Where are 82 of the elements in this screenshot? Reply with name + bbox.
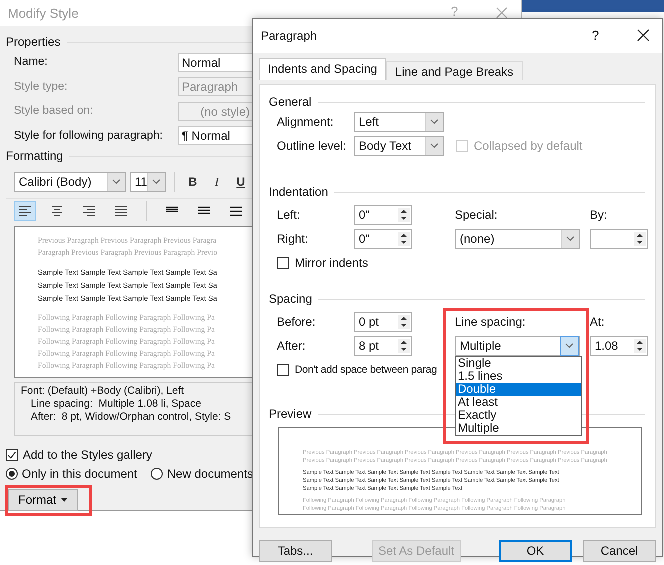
text-style-button[interactable]: U — [231, 175, 251, 189]
spin-field[interactable] — [590, 229, 648, 249]
window-title: Modify Style — [8, 6, 79, 20]
text-align-icon — [50, 206, 64, 216]
line-spacing-icon[interactable] — [197, 206, 211, 216]
section-heading: Spacing — [269, 292, 312, 306]
text-align-icon — [82, 206, 96, 216]
chevron-down-icon — [430, 119, 439, 125]
text-align-icon — [18, 206, 32, 216]
tab[interactable]: Indents and Spacing — [259, 58, 386, 80]
chevron-down-icon — [152, 179, 162, 185]
field-label: Left: — [277, 208, 302, 222]
alignment-dropdown[interactable]: Left — [354, 112, 444, 132]
dropdown-option[interactable]: Multiple — [456, 422, 581, 435]
window-title: Paragraph — [261, 29, 318, 43]
field-label: Style based on: — [14, 105, 94, 118]
field-label: Style type: — [14, 80, 69, 93]
dialog-button[interactable]: OK — [499, 540, 572, 562]
special-dropdown[interactable]: (none) — [455, 229, 580, 249]
field-label: Style for following paragraph: — [14, 130, 164, 142]
spin-field[interactable]: 0" — [354, 229, 412, 249]
text-style-button[interactable]: B — [183, 175, 203, 189]
checkbox[interactable] — [6, 449, 18, 461]
spin-field[interactable]: 1.08 — [590, 336, 648, 356]
radio-button[interactable] — [151, 468, 164, 480]
checkbox-label: Add to the Styles gallery — [23, 448, 152, 462]
checkbox[interactable] — [277, 364, 289, 376]
dropdown-option[interactable]: Double — [456, 383, 581, 396]
spin-arrows-icon[interactable] — [634, 339, 646, 353]
line-spacing-dropdown[interactable]: Multiple — [455, 336, 580, 356]
chevron-down-icon — [566, 236, 575, 242]
field-label: Special: — [455, 208, 499, 222]
spin-field[interactable]: 8 pt — [354, 336, 412, 356]
close-icon[interactable] — [637, 29, 650, 42]
size-dropdown[interactable]: 11 — [130, 172, 166, 192]
checkbox-label: Don't add space between parag — [295, 364, 438, 376]
description-text: Font: (Default) +Body (Calibri), Left — [21, 385, 186, 398]
checkbox[interactable] — [277, 257, 289, 269]
radio-button[interactable] — [6, 468, 18, 480]
spin-arrows-icon[interactable] — [398, 208, 410, 222]
field-label: By: — [590, 208, 608, 222]
chevron-down-icon — [430, 143, 439, 149]
spin-arrows-icon[interactable] — [398, 232, 410, 246]
dropdown-option[interactable]: Single — [456, 357, 581, 370]
text-style-button[interactable]: I — [207, 174, 227, 190]
dialog-button[interactable]: Tabs... — [259, 540, 332, 562]
description-text: Line spacing: Multiple 1.08 li, Space — [30, 398, 202, 411]
dropdown-option[interactable]: 1.5 lines — [456, 370, 581, 383]
field-label: At: — [590, 315, 606, 329]
radio-label: New documents — [167, 467, 254, 481]
chevron-down-icon — [565, 343, 574, 349]
field-label: Before: — [277, 315, 317, 329]
section-heading: Preview — [269, 407, 312, 421]
field-label: Name: — [14, 56, 49, 68]
checkbox-label: Mirror indents — [295, 256, 368, 270]
text-align-icon — [114, 206, 128, 216]
chevron-down-icon — [112, 179, 121, 185]
align-button[interactable] — [14, 201, 36, 221]
spin-field[interactable]: 0" — [354, 205, 412, 225]
outline-level-dropdown[interactable]: Body Text — [354, 136, 444, 156]
help-button[interactable]: ? — [592, 28, 600, 43]
line-spacing-icon[interactable] — [229, 206, 243, 216]
caret-icon — [60, 498, 68, 502]
spin-arrows-icon[interactable] — [398, 315, 410, 329]
spin-field[interactable]: 0 pt — [354, 312, 412, 332]
tab[interactable]: Line and Page Breaks — [386, 61, 523, 80]
dropdown-option[interactable]: At least — [456, 396, 581, 409]
spin-arrows-icon[interactable] — [634, 232, 646, 246]
section-heading: Indentation — [269, 185, 328, 199]
description-text: After: 8 pt, Widow/Orphan control, Style: S — [30, 411, 232, 424]
section-heading: Properties — [6, 35, 61, 49]
section-heading: Formatting — [6, 149, 64, 163]
spin-arrows-icon[interactable] — [398, 339, 410, 353]
dropdown-option[interactable]: Exactly — [456, 409, 581, 422]
field-label: Line spacing: — [455, 315, 527, 329]
format-menu-button[interactable]: Format — [8, 489, 78, 511]
field-label: Right: — [277, 232, 310, 246]
radio-label: Only in this document — [22, 467, 138, 481]
dialog-button[interactable]: Cancel — [583, 540, 656, 562]
checkbox-label: Collapsed by default — [474, 139, 583, 153]
field-label: After: — [277, 339, 307, 353]
font-dropdown[interactable]: Calibri (Body) — [14, 172, 126, 192]
